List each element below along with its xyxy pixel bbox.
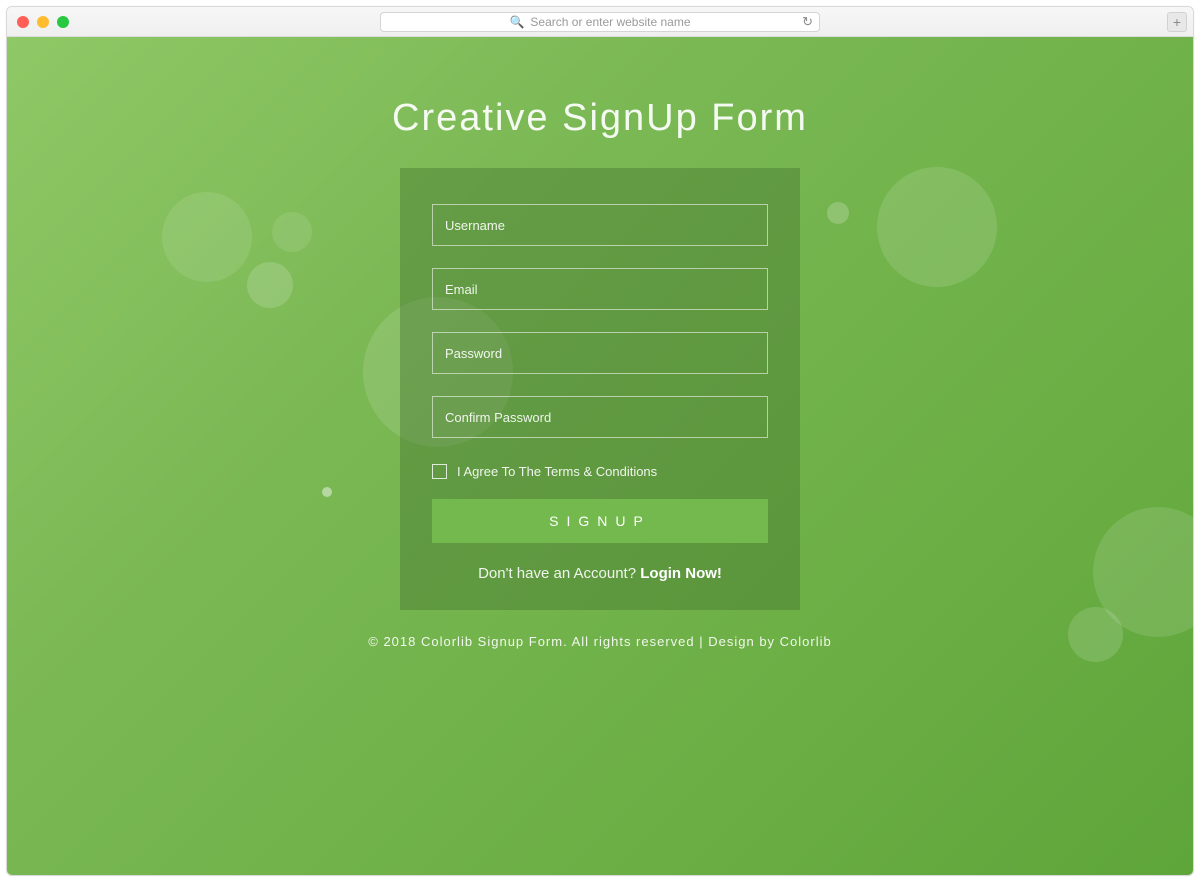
- confirm-password-input[interactable]: [432, 396, 768, 438]
- decorative-circle: [272, 212, 312, 252]
- email-input[interactable]: [432, 268, 768, 310]
- signup-card: I Agree To The Terms & Conditions SIGNUP…: [400, 168, 800, 610]
- minimize-window-button[interactable]: [37, 16, 49, 28]
- reload-icon[interactable]: ↻: [802, 14, 813, 30]
- page-title: Creative SignUp Form: [7, 37, 1193, 140]
- new-tab-button[interactable]: +: [1167, 12, 1187, 32]
- maximize-window-button[interactable]: [57, 16, 69, 28]
- login-prompt-row: Don't have an Account? Login Now!: [432, 565, 768, 582]
- decorative-circle: [877, 167, 997, 287]
- decorative-circle: [162, 192, 252, 282]
- search-icon: 🔍: [509, 15, 524, 29]
- terms-label: I Agree To The Terms & Conditions: [457, 464, 657, 479]
- signup-button[interactable]: SIGNUP: [432, 499, 768, 543]
- browser-window: 🔍 Search or enter website name ↻ + Creat…: [6, 6, 1194, 876]
- terms-checkbox[interactable]: [432, 464, 447, 479]
- password-input[interactable]: [432, 332, 768, 374]
- decorative-circle: [247, 262, 293, 308]
- window-controls: [17, 16, 69, 28]
- page-viewport: Creative SignUp Form I Agree To The Term…: [7, 37, 1193, 875]
- login-prompt-text: Don't have an Account?: [478, 565, 640, 582]
- terms-row[interactable]: I Agree To The Terms & Conditions: [432, 464, 768, 479]
- decorative-circle: [322, 487, 332, 497]
- address-placeholder: Search or enter website name: [530, 15, 690, 29]
- username-input[interactable]: [432, 204, 768, 246]
- browser-titlebar: 🔍 Search or enter website name ↻ +: [7, 7, 1193, 37]
- close-window-button[interactable]: [17, 16, 29, 28]
- login-link[interactable]: Login Now!: [640, 565, 722, 582]
- decorative-circle: [827, 202, 849, 224]
- address-bar[interactable]: 🔍 Search or enter website name ↻: [380, 12, 820, 32]
- footer-text: © 2018 Colorlib Signup Form. All rights …: [7, 634, 1193, 649]
